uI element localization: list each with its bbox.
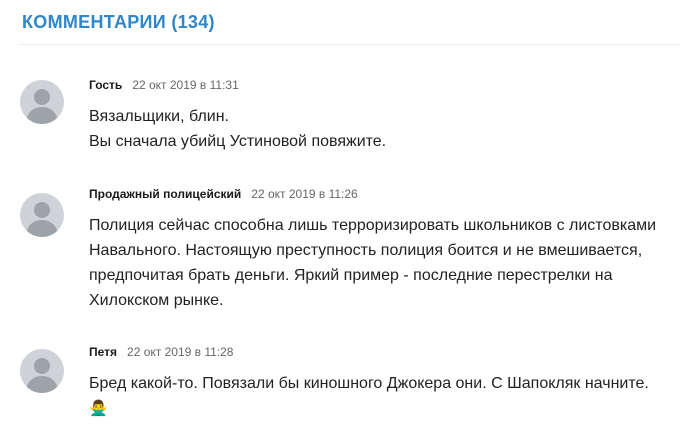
comments-section-title: КОММЕНТАРИИ (134) [22, 12, 215, 32]
comment-meta: Продажный полицейский 22 окт 2019 в 11:26 [89, 187, 358, 201]
comment-line-text: Бред какой-то. Повязали бы киношного Джо… [89, 375, 649, 392]
comment-line: Вы сначала убийц Устиновой повяжите. [89, 133, 387, 150]
comment-author[interactable]: Гость [89, 78, 122, 92]
avatar-icon[interactable] [20, 349, 64, 393]
comment-text: Полиция сейчас способна лишь терроризиро… [89, 213, 669, 313]
comment-text: Бред какой-то. Повязали бы киношного Джо… [89, 371, 669, 421]
header-divider [20, 44, 680, 45]
comment-date: 22 окт 2019 в 11:28 [127, 345, 234, 359]
comment-line: Вязальщики, блин. [89, 108, 229, 125]
comment-author[interactable]: Петя [89, 345, 117, 359]
avatar-icon[interactable] [20, 80, 64, 124]
comment-line: Полиция сейчас способна лишь терроризиро… [89, 217, 657, 309]
avatar-icon[interactable] [20, 193, 64, 237]
comment-date: 22 окт 2019 в 11:26 [251, 187, 358, 201]
comment-meta: Гость 22 окт 2019 в 11:31 [89, 78, 239, 92]
comment-meta: Петя 22 окт 2019 в 11:28 [89, 345, 233, 359]
comment-text: Вязальщики, блин. Вы сначала убийц Устин… [89, 104, 669, 154]
emoji-icon: 🙅‍♂️ [89, 400, 108, 417]
comment-line: Бред какой-то. Повязали бы киношного Джо… [89, 371, 669, 421]
comment-date: 22 окт 2019 в 11:31 [132, 78, 239, 92]
comment-author[interactable]: Продажный полицейский [89, 187, 241, 201]
